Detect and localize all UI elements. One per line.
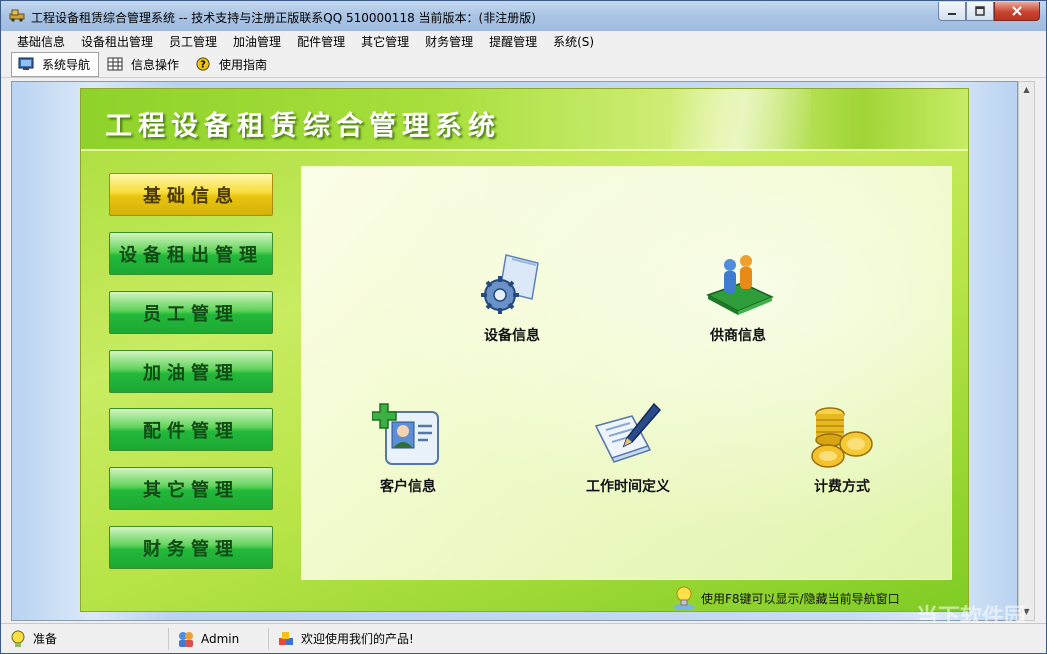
help-icon: ?	[196, 57, 210, 71]
window-title: 工程设备租赁综合管理系统 -- 技术支持与注册正版联系QQ 510000118 …	[31, 11, 536, 25]
entry-label: 工作时间定义	[586, 479, 670, 495]
banner: 工程设备租赁综合管理系统	[81, 89, 968, 151]
tab-system-navigation[interactable]: 系统导航	[11, 51, 100, 77]
status-bar: 准备 Admin 欢迎使用我们的产品!	[1, 623, 1046, 653]
status-ready-cell: 准备	[1, 627, 169, 650]
maximize-icon	[975, 6, 985, 16]
close-button[interactable]	[994, 2, 1040, 21]
menu-other[interactable]: 其它管理	[353, 33, 417, 50]
menu-reminder[interactable]: 提醒管理	[481, 33, 545, 50]
entry-label: 客户信息	[380, 479, 436, 495]
entry-label: 计费方式	[814, 479, 870, 495]
banner-shine	[671, 89, 811, 151]
menu-bar: 基础信息 设备租出管理 员工管理 加油管理 配件管理 其它管理 财务管理 提醒管…	[1, 31, 1046, 51]
user-icon	[179, 631, 193, 647]
menu-parts[interactable]: 配件管理	[289, 33, 353, 50]
status-user-cell: Admin	[169, 627, 269, 650]
entry-billing-method[interactable]: 计费方式	[782, 400, 902, 496]
entry-content-area: 设备信息 供商信息 客户信息 工作时间定义 计费方式	[301, 166, 952, 580]
side-button-equipment-rental[interactable]: 设备租出管理	[109, 232, 273, 275]
blocks-icon	[279, 631, 293, 645]
system-title: 工程设备租赁综合管理系统	[105, 111, 501, 142]
menu-basic-info[interactable]: 基础信息	[9, 33, 73, 50]
hint-text: 使用F8键可以显示/隐藏当前导航窗口	[701, 591, 900, 606]
maximize-button[interactable]	[966, 2, 994, 21]
tab-label: 使用指南	[219, 57, 268, 72]
gear-document-icon	[481, 254, 539, 314]
svg-text:?: ?	[200, 60, 206, 71]
menu-finance[interactable]: 财务管理	[417, 33, 481, 50]
menu-staff[interactable]: 员工管理	[161, 33, 225, 50]
navigation-panel: 工程设备租赁综合管理系统 基础信息 设备租出管理 员工管理 加油管理 配件管理 …	[80, 88, 969, 612]
f8-hint: 使用F8键可以显示/隐藏当前导航窗口	[671, 585, 900, 611]
side-button-staff[interactable]: 员工管理	[109, 291, 273, 334]
lightbulb-icon	[673, 586, 695, 610]
pen-paper-icon	[594, 402, 662, 463]
window-controls	[938, 2, 1040, 21]
tab-label: 系统导航	[42, 57, 91, 72]
side-button-fuel[interactable]: 加油管理	[109, 350, 273, 393]
tab-info-operation[interactable]: 信息操作	[101, 52, 187, 77]
toolbar: 系统导航 信息操作 ? 使用指南	[1, 51, 1046, 78]
menu-equipment-rental[interactable]: 设备租出管理	[73, 33, 161, 50]
entry-customer-info[interactable]: 客户信息	[348, 400, 468, 496]
entry-supplier-info[interactable]: 供商信息	[678, 249, 798, 345]
menu-fuel[interactable]: 加油管理	[225, 33, 289, 50]
entry-work-time-definition[interactable]: 工作时间定义	[568, 400, 688, 496]
tab-label: 信息操作	[131, 57, 180, 72]
scroll-up-icon[interactable]: ▲	[1019, 82, 1034, 98]
app-window: 工程设备租赁综合管理系统 -- 技术支持与注册正版联系QQ 510000118 …	[0, 0, 1047, 654]
side-button-basic-info[interactable]: 基础信息	[109, 173, 273, 216]
side-button-finance[interactable]: 财务管理	[109, 526, 273, 569]
status-message-cell: 欢迎使用我们的产品!	[269, 628, 1039, 650]
app-logo-icon	[9, 9, 25, 22]
vertical-scrollbar[interactable]: ▲ ▼	[1018, 81, 1035, 621]
entry-label: 设备信息	[484, 328, 540, 344]
title-bar: 工程设备租赁综合管理系统 -- 技术支持与注册正版联系QQ 510000118 …	[1, 1, 1046, 31]
minimize-button[interactable]	[938, 2, 966, 21]
status-message: 欢迎使用我们的产品!	[301, 632, 414, 646]
side-button-parts[interactable]: 配件管理	[109, 408, 273, 451]
status-user: Admin	[201, 631, 240, 646]
entry-equipment-info[interactable]: 设备信息	[452, 249, 572, 345]
people-book-icon	[706, 255, 774, 315]
tab-user-guide[interactable]: ? 使用指南	[189, 52, 275, 77]
grid-icon	[107, 57, 123, 71]
entry-label: 供商信息	[710, 328, 766, 344]
status-text: 准备	[33, 632, 58, 646]
minimize-icon	[948, 13, 956, 15]
monitor-icon	[18, 57, 34, 70]
gold-coins-icon	[811, 407, 873, 468]
add-contact-card-icon	[372, 403, 439, 465]
close-icon	[1012, 6, 1022, 16]
status-bulb-icon	[11, 630, 25, 647]
side-button-other[interactable]: 其它管理	[109, 467, 273, 510]
menu-system[interactable]: 系统(S)	[545, 33, 602, 50]
content-glow	[302, 167, 951, 579]
